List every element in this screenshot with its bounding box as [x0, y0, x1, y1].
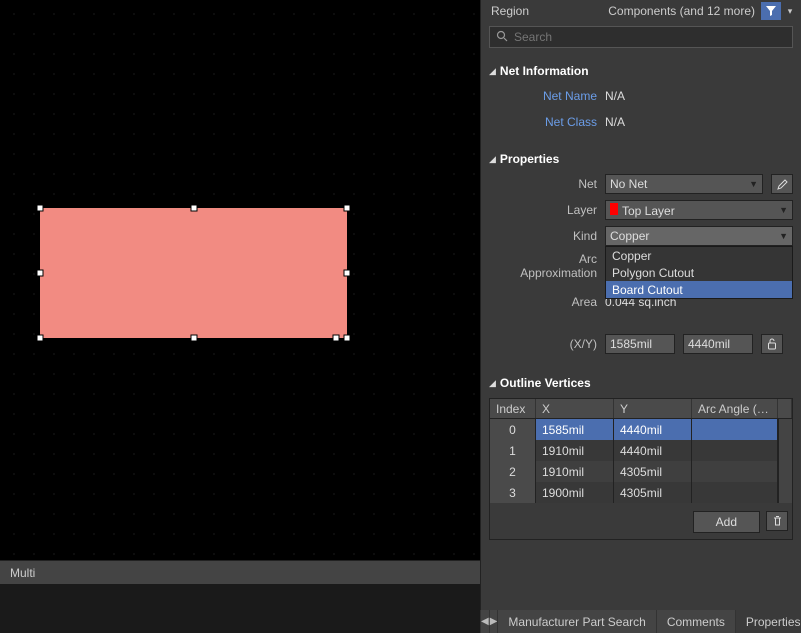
xy-label: (X/Y) — [489, 337, 597, 351]
kind-label: Kind — [489, 229, 597, 243]
add-vertex-button[interactable]: Add — [693, 511, 760, 533]
net-name-label: Net Name — [489, 89, 597, 103]
col-x[interactable]: X — [536, 399, 614, 418]
table-row[interactable]: 11910mil4440mil — [490, 440, 778, 461]
panel-subtitle: Components (and 12 more) — [608, 4, 755, 18]
cell-x[interactable]: 1900mil — [536, 482, 614, 503]
cell-arc[interactable] — [692, 461, 778, 482]
search-bar[interactable] — [489, 26, 793, 48]
y-input[interactable] — [683, 334, 753, 354]
bottom-tab[interactable]: Manufacturer Part Search — [497, 610, 655, 633]
resize-handle-s[interactable] — [191, 335, 198, 342]
cell-index: 0 — [490, 419, 536, 440]
kind-option[interactable]: Copper — [606, 247, 792, 264]
outline-table: Index X Y Arc Angle (… 01585mil4440mil11… — [489, 398, 793, 540]
col-index[interactable]: Index — [490, 399, 536, 418]
layer-label: Layer — [489, 203, 597, 217]
kind-dropdown-value: Copper — [610, 229, 649, 243]
section-title-net-information: Net Information — [500, 64, 589, 78]
resize-handle-e[interactable] — [344, 270, 351, 277]
section-outline-vertices[interactable]: ◢ Outline Vertices — [489, 372, 793, 394]
col-arc[interactable]: Arc Angle (… — [692, 399, 778, 418]
collapse-icon: ◢ — [489, 66, 496, 77]
kind-dropdown[interactable]: Copper ▼ — [605, 226, 793, 246]
resize-handle-se1[interactable] — [333, 335, 340, 342]
bottom-tab-strip: ◀ ▶ Manufacturer Part SearchCommentsProp… — [480, 610, 801, 633]
x-input[interactable] — [605, 334, 675, 354]
cell-y[interactable]: 4305mil — [614, 482, 692, 503]
delete-vertex-button[interactable] — [766, 511, 788, 531]
section-title-outline: Outline Vertices — [500, 376, 591, 390]
cell-arc[interactable] — [692, 482, 778, 503]
kind-dropdown-menu: CopperPolygon CutoutBoard Cutout — [605, 246, 793, 299]
cell-x[interactable]: 1910mil — [536, 461, 614, 482]
section-properties[interactable]: ◢ Properties — [489, 148, 793, 170]
table-scrollbar[interactable] — [778, 419, 792, 503]
col-y[interactable]: Y — [614, 399, 692, 418]
net-name-value: N/A — [605, 89, 625, 103]
cell-x[interactable]: 1910mil — [536, 440, 614, 461]
net-class-label: Net Class — [489, 115, 597, 129]
canvas-tab-multi[interactable]: Multi — [0, 561, 45, 584]
cell-index: 1 — [490, 440, 536, 461]
net-dropdown-value: No Net — [610, 177, 647, 191]
net-edit-button[interactable] — [771, 174, 793, 194]
chevron-down-icon: ▼ — [749, 179, 758, 189]
table-row[interactable]: 21910mil4305mil — [490, 461, 778, 482]
chevron-down-icon: ▼ — [779, 231, 788, 241]
filter-button[interactable] — [761, 2, 781, 20]
kind-option[interactable]: Board Cutout — [606, 281, 792, 298]
section-title-properties: Properties — [500, 152, 559, 166]
search-input[interactable] — [514, 30, 786, 44]
resize-handle-se2[interactable] — [344, 335, 351, 342]
properties-panel: Region Components (and 12 more) ▾ ◢ Net … — [480, 0, 801, 633]
resize-handle-nw[interactable] — [37, 205, 44, 212]
cell-y[interactable]: 4440mil — [614, 440, 692, 461]
outline-table-header: Index X Y Arc Angle (… — [490, 399, 792, 419]
net-label: Net — [489, 177, 597, 191]
section-net-information[interactable]: ◢ Net Information — [489, 60, 793, 82]
resize-handle-sw[interactable] — [37, 335, 44, 342]
cell-index: 2 — [490, 461, 536, 482]
resize-handle-n[interactable] — [191, 205, 198, 212]
tabs-scroll-right[interactable]: ▶ — [489, 610, 498, 633]
bottom-tab[interactable]: Properties — [735, 610, 801, 633]
resize-handle-ne[interactable] — [344, 205, 351, 212]
net-dropdown[interactable]: No Net ▼ — [605, 174, 763, 194]
canvas[interactable]: Multi — [0, 0, 480, 584]
cell-y[interactable]: 4440mil — [614, 419, 692, 440]
search-icon — [496, 30, 508, 45]
chevron-down-icon: ▼ — [779, 205, 788, 215]
cell-y[interactable]: 4305mil — [614, 461, 692, 482]
layer-dropdown-value: Top Layer — [610, 203, 675, 218]
tabs-scroll-left[interactable]: ◀ — [480, 610, 489, 633]
bottom-tab[interactable]: Comments — [656, 610, 735, 633]
cell-arc[interactable] — [692, 440, 778, 461]
filter-menu-button[interactable]: ▾ — [783, 2, 797, 20]
net-class-value: N/A — [605, 115, 625, 129]
arc-approx-label: Arc Approximation — [489, 250, 597, 280]
layer-color-swatch — [610, 203, 618, 215]
kind-option[interactable]: Polygon Cutout — [606, 264, 792, 281]
region-shape[interactable] — [40, 208, 347, 338]
area-label: Area — [489, 295, 597, 309]
lock-button[interactable] — [761, 334, 783, 354]
cell-arc[interactable] — [692, 419, 778, 440]
collapse-icon: ◢ — [489, 154, 496, 165]
resize-handle-w[interactable] — [37, 270, 44, 277]
panel-header: Region Components (and 12 more) ▾ — [481, 0, 801, 22]
table-row[interactable]: 31900mil4305mil — [490, 482, 778, 503]
canvas-tab-strip: Multi — [0, 560, 480, 584]
collapse-icon: ◢ — [489, 378, 496, 389]
panel-title: Region — [491, 4, 529, 18]
cell-index: 3 — [490, 482, 536, 503]
cell-x[interactable]: 1585mil — [536, 419, 614, 440]
layer-dropdown[interactable]: Top Layer ▼ — [605, 200, 793, 220]
table-row[interactable]: 01585mil4440mil — [490, 419, 778, 440]
